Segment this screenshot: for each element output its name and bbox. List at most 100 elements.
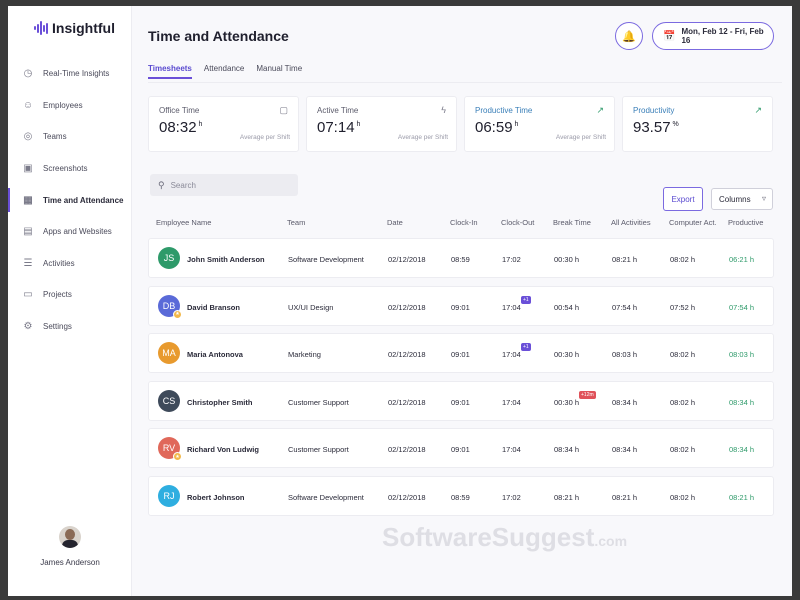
table-row[interactable]: CS Christopher Smith Customer Support 02/12… [148,380,774,421]
sidebar-item-screenshots[interactable]: ▣ Screenshots [8,153,132,185]
notifications-button[interactable]: 🔔 [615,22,643,50]
sidebar-item-settings[interactable]: ⚙ Settings [8,311,132,343]
logo-icon [34,21,48,35]
team-cell: Marketing [288,350,321,360]
column-header[interactable]: Team [287,218,305,227]
tab-manual-time[interactable]: Manual Time [256,64,302,79]
column-header[interactable]: Productive [728,218,763,227]
date-range-picker[interactable]: 📅 Mon, Feb 12 - Fri, Feb 16 [652,22,774,50]
table-row[interactable]: DB ★ David Branson UX/UI Design 02/12/2018 09… [148,285,774,326]
break-time-badge: +12m [579,390,596,399]
stat-number: 07:14 [317,119,355,136]
sidebar-item-label: Projects [43,290,72,300]
table-row[interactable]: JS John Smith Anderson Software Developmen… [148,238,774,278]
all-activities-cell: 07:54 h [612,302,638,312]
columns-label: Columns [719,194,751,204]
date-cell: 02/12/2018 [388,350,426,360]
employee-name: John Smith Anderson [187,255,265,264]
sidebar-item-employees[interactable]: ☺ Employees [8,90,132,122]
sidebar-item-apps-and-websites[interactable]: ▤ Apps and Websites [8,216,132,248]
clock-icon: ◷ [23,68,33,80]
break-time-cell: 08:21 h [554,492,580,502]
search-input[interactable] [170,180,291,190]
computer-activity-cell: 08:02 h [670,255,696,264]
team-cell: Software Development [288,255,364,264]
stat-card-productive-time: Productive Time 06:59 h ↗ Average per Shift [464,96,615,152]
stat-label: Active Time [317,106,359,115]
employee-name: Christopher Smith [187,397,253,407]
break-time-cell: 00:30 h [554,255,580,264]
computer-activity-cell: 07:52 h [670,302,696,312]
stat-unit: % [672,121,679,128]
all-activities-cell: 08:21 h [612,492,638,502]
watermark-main: SoftwareSuggest [382,522,595,552]
all-activities-cell: 08:03 h [612,350,638,360]
calendar-icon: ▦ [23,194,33,206]
table-body: JS John Smith Anderson Software Developmen… [148,238,774,524]
briefcase-icon: ▢ [279,105,288,115]
watermark-suffix: .com [594,533,628,549]
trend-up-icon: ↗ [754,105,762,115]
columns-button[interactable]: Columns ▿ [711,188,773,210]
avatar-initials: RV [162,443,176,454]
logo[interactable]: Insightful [34,20,115,36]
clock-in-cell: 09:01 [451,397,470,407]
date-cell: 02/12/2018 [388,445,426,455]
bolt-icon: ϟ [441,105,446,115]
column-header[interactable]: All Activities [611,218,651,227]
search-box[interactable]: ⚲ [150,174,298,196]
stat-card-office-time: Office Time 08:32 h ▢ Average per Shift [148,96,299,152]
productive-cell: 08:34 h [729,397,755,407]
avatar-initials: JS [163,253,175,263]
bell-icon: 🔔 [622,30,636,43]
sidebar-item-teams[interactable]: ◎ Teams [8,121,132,153]
clock-in-cell: 09:01 [451,350,470,360]
clock-out-cell: 17:04 [502,302,521,312]
stat-number: 08:32 [159,119,197,136]
tab-attendance[interactable]: Attendance [204,64,244,79]
sidebar-item-label: Time and Attendance [43,195,124,205]
date-cell: 02/12/2018 [388,255,426,264]
stat-unit: h [356,121,361,128]
sidebar-item-activities[interactable]: ☰ Activities [8,248,132,280]
productive-cell: 08:21 h [729,492,755,502]
logo-text: Insightful [52,20,115,36]
stat-card-active-time: Active Time 07:14 h ϟ Average per Shift [306,96,457,152]
tab-timesheets[interactable]: Timesheets [148,64,192,79]
clock-in-cell: 08:59 [451,492,470,502]
clock-out-badge: +1 [521,295,531,304]
date-cell: 02/12/2018 [388,492,426,502]
column-header[interactable]: Date [387,218,403,227]
employee-name: David Branson [187,302,240,312]
avatar: JS [158,247,180,269]
break-time-cell: 08:34 h [554,445,580,455]
sidebar-item-real-time-insights[interactable]: ◷ Real-Time Insights [8,58,132,90]
stat-value: 93.57% [633,119,762,136]
column-header[interactable]: Employee Name [156,218,211,227]
table-row[interactable]: MA Maria Antonova Marketing 02/12/2018 09:01… [148,333,774,374]
column-header[interactable]: Clock-In [450,218,478,227]
employee-name: Maria Antonova [187,350,243,360]
table-row[interactable]: RJ Robert Johnson Software Development 02/1… [148,475,774,516]
column-header[interactable]: Computer Act. [669,218,717,227]
column-header[interactable]: Clock-Out [501,218,534,227]
stat-label: Productive Time [475,106,533,115]
sidebar-item-label: Apps and Websites [43,227,112,237]
screenshot-icon: ▣ [23,163,33,175]
gear-icon: ⚙ [23,321,33,333]
clock-out-cell: 17:02 [502,255,521,264]
user-profile[interactable]: James Anderson [8,526,132,567]
tabs-divider [148,82,782,83]
clock-in-cell: 08:59 [451,255,470,264]
export-button[interactable]: Export [663,187,703,211]
all-activities-cell: 08:34 h [612,397,638,407]
sidebar-item-time-and-attendance[interactable]: ▦ Time and Attendance [8,184,132,216]
clock-out-cell: 17:02 [502,492,521,502]
table-row[interactable]: RV ★ Richard Von Ludwig Customer Support 02/… [148,428,774,469]
team-cell: UX/UI Design [288,302,334,312]
sidebar-item-projects[interactable]: ▭ Projects [8,279,132,311]
column-header[interactable]: Break Time [553,218,591,227]
sidebar-item-label: Real-Time Insights [43,69,110,79]
date-cell: 02/12/2018 [388,397,426,407]
stat-number: 93.57 [633,119,671,136]
